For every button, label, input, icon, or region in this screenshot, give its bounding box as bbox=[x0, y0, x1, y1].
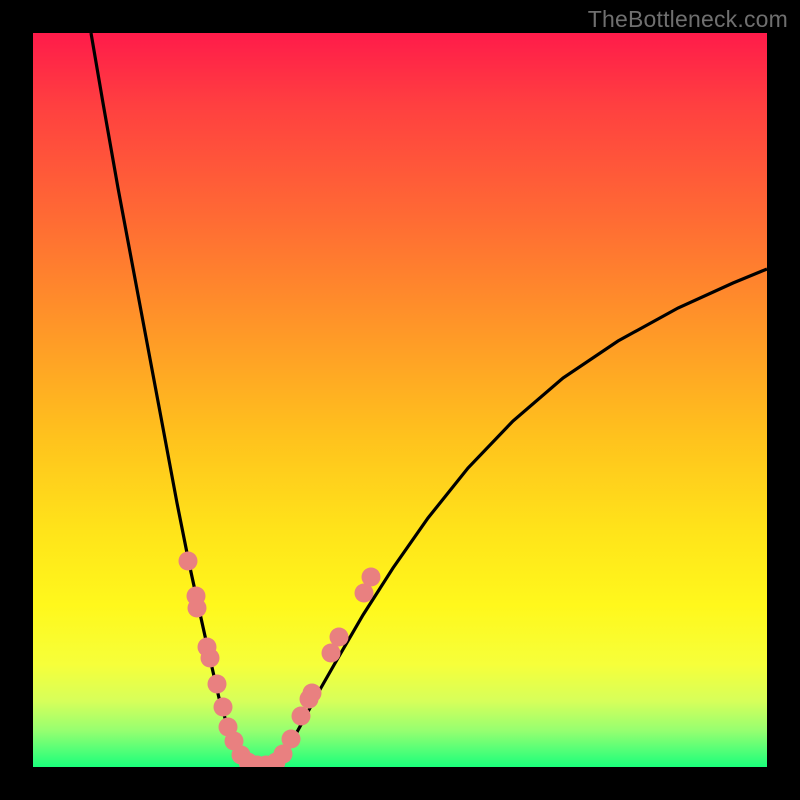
outer-frame: TheBottleneck.com bbox=[0, 0, 800, 800]
curve-right bbox=[273, 269, 767, 765]
chart-svg bbox=[33, 33, 767, 767]
data-dot bbox=[208, 675, 227, 694]
data-dot bbox=[282, 730, 301, 749]
data-dot bbox=[214, 698, 233, 717]
data-dot bbox=[292, 707, 311, 726]
data-dot bbox=[179, 552, 198, 571]
data-dot bbox=[362, 568, 381, 587]
data-dot bbox=[201, 649, 220, 668]
data-dot bbox=[303, 684, 322, 703]
data-dots bbox=[179, 552, 381, 768]
watermark-label: TheBottleneck.com bbox=[588, 6, 788, 33]
data-dot bbox=[188, 599, 207, 618]
curve-left bbox=[91, 33, 251, 765]
data-dot bbox=[330, 628, 349, 647]
plot-area bbox=[33, 33, 767, 767]
